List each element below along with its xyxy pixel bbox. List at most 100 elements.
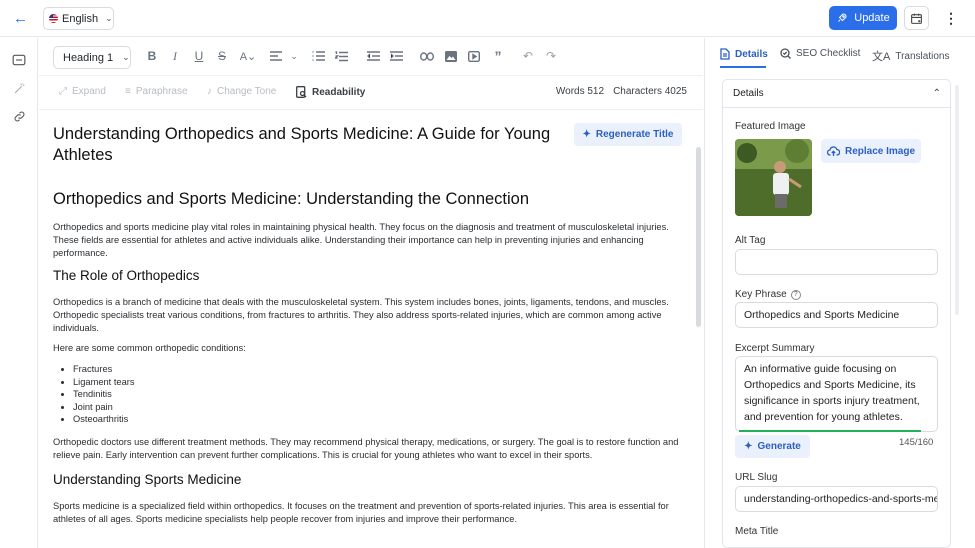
align-left-icon[interactable] [267, 47, 285, 65]
language-label: English [62, 12, 99, 25]
link-icon[interactable] [11, 108, 27, 124]
list-item: Ligament tears [73, 376, 135, 389]
right-panel: Details SEO Checklist 文A Translations De… [704, 38, 975, 548]
change-tone-label: Change Tone [217, 86, 277, 97]
bold-icon[interactable]: B [143, 47, 161, 65]
article-title[interactable]: Understanding Orthopedics and Sports Med… [53, 124, 563, 166]
update-button[interactable]: Update [829, 6, 897, 30]
format-toolbar: Heading 1 ⌄ B I U S A⌄ ⌄ ” ↶ ↷ [39, 38, 703, 76]
sparkle-icon: ✦ [744, 441, 753, 452]
chevron-down-icon[interactable]: ⌄ [285, 47, 303, 65]
tab-translations[interactable]: 文A Translations [872, 48, 949, 64]
change-tone-button[interactable]: ♪ Change Tone [207, 86, 276, 97]
left-rail [0, 38, 38, 548]
key-phrase-input[interactable]: Orthopedics and Sports Medicine [735, 302, 938, 328]
excerpt-summary-textarea[interactable]: An informative guide focusing on Orthope… [735, 356, 938, 432]
editor-scrollbar[interactable] [696, 147, 701, 327]
details-header[interactable]: Details ⌃ [723, 80, 950, 108]
paragraph: Orthopedic doctors use different treatme… [53, 437, 679, 460]
paragraph: Orthopedics is a branch of medicine that… [53, 297, 669, 333]
block-type-select[interactable]: Heading 1 ⌄ [53, 46, 131, 69]
paraphrase-button[interactable]: ≡ Paraphrase [125, 86, 188, 97]
redo-icon[interactable]: ↷ [542, 47, 560, 65]
tab-seo-checklist[interactable]: SEO Checklist [780, 48, 860, 59]
search-check-icon [780, 48, 791, 59]
url-slug-input[interactable]: understanding-orthopedics-and-sports-med… [735, 486, 938, 512]
schedule-button[interactable] [904, 6, 929, 30]
excerpt-summary-label: Excerpt Summary [735, 343, 815, 354]
key-phrase-label: Key Phrase [735, 289, 787, 300]
tag-icon[interactable] [11, 52, 27, 68]
readability-label: Readability [312, 86, 366, 98]
paragraph: Sports medicine is a specialized field w… [53, 501, 669, 524]
outdent-icon[interactable] [364, 47, 382, 65]
editor: Heading 1 ⌄ B I U S A⌄ ⌄ ” ↶ ↷ ⤢ Expand … [39, 38, 703, 548]
character-count: Characters 4025 [613, 86, 687, 97]
alt-tag-label: Alt Tag [735, 235, 766, 246]
generate-label: Generate [757, 441, 801, 452]
link-icon[interactable] [418, 47, 436, 65]
rocket-icon [838, 13, 847, 22]
featured-image-label: Featured Image [735, 121, 806, 132]
details-panel: Details ⌃ Featured Image Replace Image A… [722, 79, 951, 548]
panel-tabs: Details SEO Checklist 文A Translations [705, 38, 975, 69]
chevron-down-icon: ⌄ [122, 52, 130, 62]
expand-label: Expand [72, 86, 106, 97]
conditions-list: Fractures Ligament tears Tendinitis Join… [73, 363, 135, 426]
back-arrow-icon[interactable]: ← [13, 11, 29, 27]
bullet-list-icon[interactable] [309, 47, 327, 65]
key-phrase-label-row: Key Phrase ? [735, 289, 801, 300]
featured-image-thumbnail[interactable] [735, 139, 812, 216]
italic-icon[interactable]: I [166, 47, 184, 65]
strikethrough-icon[interactable]: S [213, 47, 231, 65]
numbered-list-icon[interactable] [332, 47, 350, 65]
tab-details[interactable]: Details [720, 48, 768, 60]
generate-excerpt-button[interactable]: ✦ Generate [735, 435, 810, 458]
readability-button[interactable]: Readability [296, 86, 365, 98]
document-stats: Words 512 Characters 4025 [556, 86, 687, 97]
calendar-icon [911, 13, 922, 24]
indent-icon[interactable] [387, 47, 405, 65]
chevron-down-icon: ⌄ [105, 13, 113, 23]
paragraph: Here are some common orthopedic conditio… [53, 343, 246, 353]
music-note-icon: ♪ [207, 86, 212, 97]
replace-image-label: Replace Image [844, 145, 916, 157]
paraphrase-label: Paraphrase [135, 86, 188, 97]
document-body[interactable]: Understanding Orthopedics and Sports Med… [39, 111, 695, 548]
list-item: Joint pain [73, 401, 135, 414]
list-item: Fractures [73, 363, 135, 376]
update-label: Update [854, 12, 890, 24]
underline-icon[interactable]: U [190, 47, 208, 65]
magic-wand-icon[interactable] [11, 80, 27, 96]
alt-tag-input[interactable] [735, 249, 938, 275]
section-heading: Orthopedics and Sports Medicine: Underst… [53, 190, 530, 208]
top-bar: ← English ⌄ Update ⋮ [0, 0, 975, 37]
list-item: Osteoarthritis [73, 413, 135, 426]
meta-title-label: Meta Title [735, 526, 779, 537]
expand-button[interactable]: ⤢ Expand [59, 86, 106, 97]
tab-label: Translations [895, 50, 950, 62]
more-options-icon[interactable]: ⋮ [944, 10, 958, 26]
url-slug-label: URL Slug [735, 472, 778, 483]
section-heading: Understanding Sports Medicine [53, 472, 242, 487]
replace-image-button[interactable]: Replace Image [821, 139, 921, 163]
paragraph: Orthopedics and sports medicine play vit… [53, 222, 669, 258]
excerpt-character-count: 145/160 [899, 437, 934, 448]
chevron-up-icon: ⌃ [932, 88, 941, 99]
panel-scrollbar[interactable] [955, 85, 959, 315]
undo-icon[interactable]: ↶ [519, 47, 537, 65]
language-select[interactable]: English ⌄ [43, 7, 114, 30]
expand-icon: ⤢ [59, 86, 67, 97]
quote-icon[interactable]: ” [489, 47, 507, 65]
help-circle-icon[interactable]: ? [790, 289, 801, 300]
video-icon[interactable] [465, 47, 483, 65]
upload-cloud-icon [826, 145, 840, 156]
list-item: Tendinitis [73, 388, 135, 401]
us-flag-icon [49, 14, 58, 23]
text-size-icon[interactable]: A⌄ [236, 47, 260, 65]
ai-tools-bar: ⤢ Expand ≡ Paraphrase ♪ Change Tone Read… [39, 76, 703, 110]
image-icon[interactable] [442, 47, 460, 65]
regenerate-title-button[interactable]: ✦ Regenerate Title [574, 123, 682, 146]
tab-label: SEO Checklist [796, 48, 861, 59]
block-type-label: Heading 1 [63, 51, 114, 64]
